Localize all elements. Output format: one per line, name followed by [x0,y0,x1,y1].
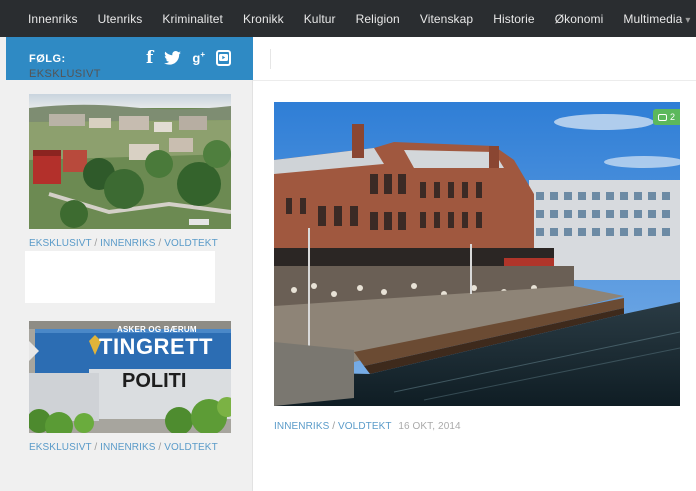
nav-item-innenriks[interactable]: Innenriks [28,12,78,26]
nav-item-kronikk[interactable]: Kronikk [243,12,284,26]
follow-label: FØLG: [29,52,66,65]
nav-item-vitenskap[interactable]: Vitenskap [420,12,473,26]
nav-item-religion[interactable]: Religion [356,12,400,26]
category-link[interactable]: EKSKLUSIVT [29,238,92,249]
comment-icon [657,113,667,121]
category-link[interactable]: VOLDTEKT [338,421,391,432]
article-categories: EKSKLUSIVT / INNENRIKS / VOLDTEKT [29,442,218,453]
facebook-icon[interactable]: f [146,48,153,68]
google-plus-icon[interactable]: g+ [192,50,205,65]
category-link[interactable]: INNENRIKS [100,238,155,249]
article-thumbnail-town[interactable] [29,94,231,229]
feature-article-meta: INNENRIKS / VOLDTEKT 16 OKT, 2014 [274,421,461,432]
main-header [253,37,696,81]
nav-item-kriminalitet[interactable]: Kriminalitet [162,12,223,26]
category-link[interactable]: INNENRIKS [274,421,329,432]
social-links: f g+ [135,48,231,68]
sign-politi-text: POLITI [122,370,186,392]
feature-article-image[interactable]: 2 [274,102,680,406]
ad-placeholder [25,251,215,303]
youtube-icon[interactable] [216,50,231,66]
category-link[interactable]: EKSKLUSIVT [29,442,92,453]
category-link[interactable]: VOLDTEKT [164,238,218,249]
header-divider [270,49,271,69]
nav-item-multimedia[interactable]: Multimedia [623,12,690,26]
category-link[interactable]: VOLDTEKT [164,442,218,453]
nav-item-utenriks[interactable]: Utenriks [98,12,143,26]
article-categories: EKSKLUSIVT / INNENRIKS / VOLDTEKT [29,238,218,249]
article-date: 16 OKT, 2014 [398,421,461,432]
comment-count-badge[interactable]: 2 [652,109,680,125]
nav-item-kultur[interactable]: Kultur [304,12,336,26]
top-navigation: Innenriks Utenriks Kriminalitet Kronikk … [0,0,696,37]
section-title-eksklusivt: EKSKLUSIVT [29,68,101,80]
twitter-icon[interactable] [164,51,182,65]
nav-item-historie[interactable]: Historie [493,12,534,26]
nav-item-okonomi[interactable]: Økonomi [555,12,604,26]
article-thumbnail-tingrett[interactable]: POLITI ASKER OG BÆRUM TINGRETT [29,321,231,433]
comment-count: 2 [669,112,675,122]
sign-asker-baerum-text: ASKER OG BÆRUM [117,325,197,334]
category-link[interactable]: INNENRIKS [100,442,155,453]
sign-tingrett-text: TINGRETT [99,334,213,359]
